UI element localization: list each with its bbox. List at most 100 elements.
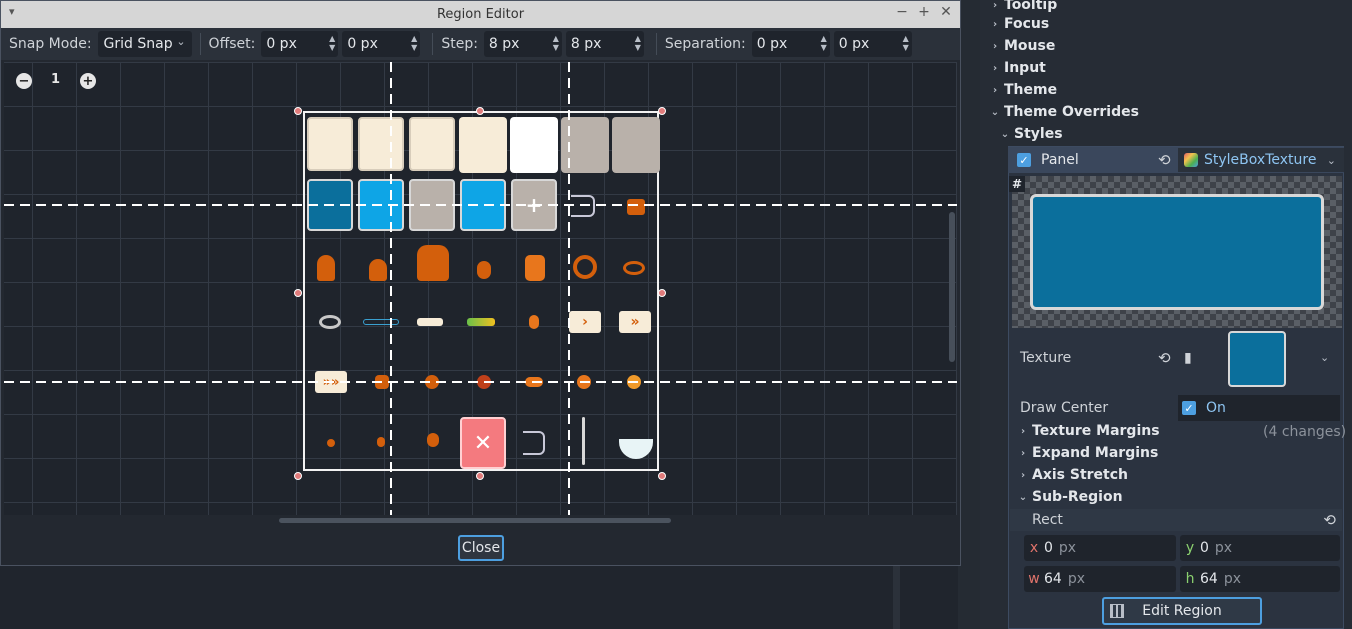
- maximize-icon[interactable]: +: [914, 4, 934, 20]
- section-label: Focus: [1004, 16, 1050, 32]
- zoom-out-icon[interactable]: −: [16, 73, 32, 89]
- eye-sprite: [319, 315, 341, 329]
- window-menu-icon[interactable]: ▾: [9, 5, 15, 18]
- spark-sprite: [377, 437, 385, 447]
- chevron-right-icon: ›: [992, 0, 998, 11]
- texture-thumbnail[interactable]: [1228, 331, 1286, 387]
- chevron-right-icon: ›: [992, 62, 998, 74]
- zoom-in-icon[interactable]: +: [80, 73, 96, 89]
- section-styles[interactable]: ⌄ Styles: [1000, 123, 1063, 145]
- chevron-down-icon: ⌄: [176, 35, 186, 48]
- sprite-tile: [307, 117, 353, 171]
- offset-y-spinbox[interactable]: 0 px ▲ ▼: [342, 31, 421, 57]
- chevron-right-icon: ›: [1020, 447, 1026, 459]
- section-theme-overrides[interactable]: ⌄ Theme Overrides: [990, 101, 1139, 123]
- rect-y-field[interactable]: y 0 px: [1180, 535, 1340, 561]
- pole-sprite: [582, 417, 585, 465]
- rect-x-field[interactable]: x 0 px: [1024, 535, 1176, 561]
- file-icon[interactable]: ▮: [1184, 350, 1192, 366]
- resize-handle[interactable]: [658, 289, 666, 297]
- horizontal-scrollbar[interactable]: [279, 518, 671, 523]
- section-focus[interactable]: › Focus: [990, 13, 1049, 35]
- chevron-down-icon: ⌄: [1326, 153, 1336, 167]
- section-mouse[interactable]: › Mouse: [990, 35, 1055, 57]
- chevron-right-icon: ›: [992, 84, 998, 96]
- close-icon[interactable]: ✕: [936, 4, 956, 20]
- step-x-spinbox[interactable]: 8 px ▲ ▼: [483, 31, 562, 57]
- unit-label: px: [1058, 540, 1077, 556]
- separation-x-value: 0 px: [756, 36, 788, 52]
- resize-handle[interactable]: [294, 289, 302, 297]
- step-y-value: 8 px: [570, 36, 602, 52]
- offset-label: Offset:: [208, 36, 256, 52]
- x-axis-label: x: [1029, 540, 1039, 556]
- stylebox-type-dropdown[interactable]: StyleBoxTexture ⌄: [1178, 148, 1344, 172]
- guide-line-vertical[interactable]: [568, 62, 570, 515]
- minimize-icon[interactable]: −: [892, 4, 912, 20]
- spin-arrows-icon[interactable]: ▲ ▼: [329, 34, 335, 52]
- rect-h-value: 64: [1200, 571, 1218, 587]
- editor-side-strip: [958, 0, 980, 629]
- draw-center-toggle[interactable]: ✓ On: [1178, 395, 1340, 421]
- resize-handle[interactable]: [294, 472, 302, 480]
- section-sub-region[interactable]: ⌄ Sub-Region: [1018, 489, 1123, 505]
- bag-sprite: [477, 261, 491, 279]
- separation-x-spinbox[interactable]: 0 px ▲ ▼: [751, 31, 830, 57]
- step-label: Step:: [441, 36, 478, 52]
- section-label: Input: [1004, 60, 1046, 76]
- inspector-panel: › Tooltip › Focus › Mouse › Input › Theme ⌄ Th…: [980, 0, 1352, 629]
- delete-icon: ✕: [460, 417, 506, 469]
- vertical-scrollbar[interactable]: [949, 212, 955, 362]
- guide-line-horizontal[interactable]: [4, 381, 957, 383]
- sprite-tile: [358, 117, 404, 171]
- panel-enabled-checkbox[interactable]: ✓: [1017, 153, 1031, 167]
- close-button[interactable]: Close: [458, 535, 504, 561]
- step-y-spinbox[interactable]: 8 px ▲ ▼: [565, 31, 644, 57]
- chevron-right-icon: ›: [1020, 425, 1026, 437]
- region-canvas[interactable]: − 1 + + › » ✕: [4, 62, 957, 515]
- section-axis-stretch[interactable]: › Axis Stretch: [1018, 467, 1128, 483]
- revert-icon[interactable]: ⟲: [1158, 349, 1171, 367]
- spin-arrows-icon[interactable]: ▲ ▼: [821, 34, 827, 52]
- bracket-sprite: [523, 431, 545, 455]
- revert-icon[interactable]: ⟲: [1158, 151, 1171, 169]
- unit-label: px: [1067, 571, 1085, 587]
- separation-y-spinbox[interactable]: 0 px ▲ ▼: [833, 31, 912, 57]
- rect-x-value: 0: [1044, 540, 1053, 556]
- grid-icon[interactable]: #: [1009, 176, 1025, 192]
- section-expand-margins[interactable]: › Expand Margins: [1018, 445, 1158, 461]
- resize-handle[interactable]: [476, 107, 484, 115]
- section-label: Tooltip: [1004, 0, 1058, 13]
- zoom-reset-button[interactable]: 1: [51, 72, 60, 87]
- gradient-bar-sprite: [467, 318, 495, 326]
- character-sprite: [369, 259, 387, 281]
- rect-y-value: 0: [1200, 540, 1209, 556]
- spark-sprite: [327, 439, 335, 447]
- spin-arrows-icon[interactable]: ▲ ▼: [635, 34, 641, 52]
- dialog-titlebar[interactable]: ▾ Region Editor − + ✕: [1, 1, 960, 28]
- sprite-tile: [409, 117, 455, 171]
- offset-x-spinbox[interactable]: 0 px ▲ ▼: [261, 31, 339, 57]
- changes-count: (4 changes): [1263, 424, 1347, 440]
- spin-arrows-icon[interactable]: ▲ ▼: [553, 34, 559, 52]
- rect-w-field[interactable]: w 64 px: [1024, 566, 1176, 592]
- guide-line-vertical[interactable]: [390, 62, 392, 515]
- section-texture-margins[interactable]: › Texture Margins: [1018, 423, 1160, 439]
- resize-handle[interactable]: [658, 107, 666, 115]
- edit-region-button[interactable]: Edit Region: [1102, 597, 1262, 625]
- revert-icon[interactable]: ⟲: [1323, 511, 1336, 529]
- guide-line-horizontal[interactable]: [4, 204, 957, 206]
- resize-handle[interactable]: [476, 472, 484, 480]
- resize-handle[interactable]: [658, 472, 666, 480]
- section-label: Styles: [1014, 126, 1063, 142]
- section-theme[interactable]: › Theme: [990, 79, 1057, 101]
- rect-h-field[interactable]: h 64 px: [1180, 566, 1340, 592]
- unit-label: px: [1223, 571, 1241, 587]
- spin-arrows-icon[interactable]: ▲ ▼: [411, 34, 417, 52]
- resize-handle[interactable]: [294, 107, 302, 115]
- snap-mode-dropdown[interactable]: Grid Snap ⌄: [97, 31, 192, 57]
- chevron-down-icon[interactable]: ⌄: [1320, 351, 1329, 364]
- spin-arrows-icon[interactable]: ▲ ▼: [903, 34, 909, 52]
- section-label: Texture Margins: [1032, 423, 1160, 439]
- section-input[interactable]: › Input: [990, 57, 1046, 79]
